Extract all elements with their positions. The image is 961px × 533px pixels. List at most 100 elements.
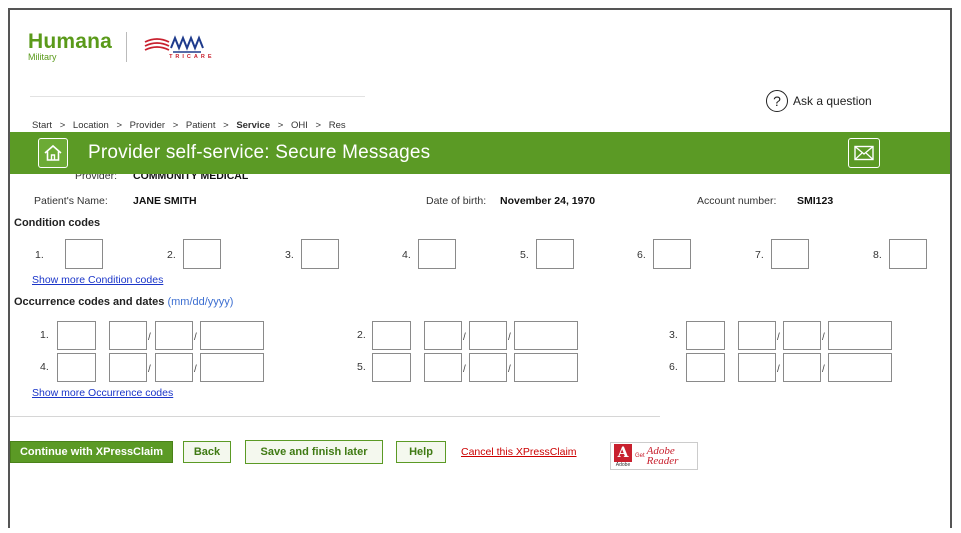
condition-number: 3. [285, 249, 294, 261]
condition-code-input-7[interactable] [771, 239, 809, 269]
save-finish-later-button[interactable]: Save and finish later [245, 440, 383, 464]
ask-question-label: Ask a question [793, 94, 872, 108]
date-slash: / [777, 364, 780, 375]
continue-button[interactable]: Continue with XPressClaim [10, 441, 173, 463]
brand-sub: Military [28, 52, 57, 62]
occurrence-day-input-1[interactable] [155, 321, 193, 350]
condition-number: 5. [520, 249, 529, 261]
home-button[interactable] [38, 138, 68, 168]
date-slash: / [777, 332, 780, 343]
date-slash: / [148, 364, 151, 375]
breadcrumb-item-patient[interactable]: Patient [186, 120, 216, 129]
show-more-condition-codes-link[interactable]: Show more Condition codes [32, 274, 163, 286]
occurrence-code-input-1[interactable] [57, 321, 96, 350]
patient-name-label: Patient's Name: [34, 195, 108, 207]
date-slash: / [508, 364, 511, 375]
occurrence-year-input-1[interactable] [200, 321, 264, 350]
occurrence-number: 6. [669, 361, 678, 373]
breadcrumb-item-start[interactable]: Start [32, 120, 52, 129]
occurrence-number: 2. [357, 329, 366, 341]
occurrence-day-input-6[interactable] [783, 353, 821, 382]
condition-code-input-1[interactable] [65, 239, 103, 269]
occurrence-number: 3. [669, 329, 678, 341]
breadcrumb-item-provider[interactable]: Provider [130, 120, 165, 129]
condition-number: 4. [402, 249, 411, 261]
occurrence-code-input-4[interactable] [57, 353, 96, 382]
brand-logo: Humana Military TRICARE [28, 31, 215, 62]
tricare-flag-icon [144, 35, 204, 53]
date-slash: / [508, 332, 511, 343]
adobe-icon: A [614, 444, 632, 462]
breadcrumb-separator: > [277, 120, 284, 129]
condition-number: 2. [167, 249, 176, 261]
occurrence-year-input-5[interactable] [514, 353, 578, 382]
condition-number: 7. [755, 249, 764, 261]
occurrence-month-input-1[interactable] [109, 321, 147, 350]
ask-question-link[interactable]: ? Ask a question [766, 90, 872, 112]
occurrence-month-input-3[interactable] [738, 321, 776, 350]
condition-code-input-8[interactable] [889, 239, 927, 269]
provider-row: Provider: COMMUNITY MEDICAL [10, 174, 950, 184]
messages-button[interactable] [848, 138, 880, 168]
occurrence-day-input-5[interactable] [469, 353, 507, 382]
mail-icon [854, 145, 874, 161]
condition-number: 1. [35, 249, 44, 261]
condition-code-input-5[interactable] [536, 239, 574, 269]
occurrence-number: 1. [40, 329, 49, 341]
date-slash: / [194, 364, 197, 375]
condition-code-input-6[interactable] [653, 239, 691, 269]
condition-code-input-2[interactable] [183, 239, 221, 269]
show-more-occurrence-codes-link[interactable]: Show more Occurrence codes [32, 387, 173, 399]
occurrence-code-input-6[interactable] [686, 353, 725, 382]
occurrence-month-input-5[interactable] [424, 353, 462, 382]
home-icon [44, 144, 62, 161]
provider-value: COMMUNITY MEDICAL [133, 174, 249, 182]
back-button[interactable]: Back [183, 441, 231, 463]
condition-codes-title: Condition codes [14, 217, 101, 229]
occurrence-title-text: Occurrence codes and dates [14, 296, 165, 308]
breadcrumb-separator: > [59, 120, 66, 129]
patient-name-value: JANE SMITH [133, 195, 197, 207]
adobe-reader-label: Reader [646, 455, 679, 467]
breadcrumb-separator: > [223, 120, 229, 129]
breadcrumb-separator: > [172, 120, 179, 129]
question-icon: ? [766, 90, 788, 112]
account-value: SMI123 [797, 195, 834, 207]
occurrence-year-input-4[interactable] [200, 353, 264, 382]
occurrence-day-input-4[interactable] [155, 353, 193, 382]
occurrence-number: 5. [357, 361, 366, 373]
date-slash: / [463, 364, 466, 375]
cancel-xpressclaim-link[interactable]: Cancel this XPressClaim [461, 446, 577, 458]
tricare-text: TRICARE [169, 54, 215, 60]
date-slash: / [463, 332, 466, 343]
occurrence-day-input-3[interactable] [783, 321, 821, 350]
occurrence-month-input-6[interactable] [738, 353, 776, 382]
occurrence-year-input-3[interactable] [828, 321, 892, 350]
page-title: Provider self-service: Secure Messages [88, 142, 431, 163]
occurrence-codes-title: Occurrence codes and dates (mm/dd/yyyy) [14, 296, 233, 308]
occurrence-month-input-4[interactable] [109, 353, 147, 382]
page-header-bar: Provider self-service: Secure Messages [10, 132, 950, 174]
app-frame: Humana Military TRICARE Start > Location… [8, 8, 952, 528]
occurrence-code-input-2[interactable] [372, 321, 411, 350]
occurrence-month-input-2[interactable] [424, 321, 462, 350]
occurrence-year-input-2[interactable] [514, 321, 578, 350]
date-slash: / [148, 332, 151, 343]
breadcrumb-item-service: Service [236, 120, 271, 129]
breadcrumb-item-ohi[interactable]: OHI [291, 120, 308, 129]
condition-number: 6. [637, 249, 646, 261]
breadcrumb-item-res[interactable]: Res [329, 120, 346, 129]
adobe-reader-badge[interactable]: A Adobe Get Adobe Reader [610, 442, 698, 470]
occurrence-code-input-5[interactable] [372, 353, 411, 382]
dob-label: Date of birth: [426, 195, 487, 207]
condition-code-input-3[interactable] [301, 239, 339, 269]
dob-value: November 24, 1970 [500, 195, 596, 207]
occurrence-year-input-6[interactable] [828, 353, 892, 382]
breadcrumb-item-location[interactable]: Location [73, 120, 109, 129]
condition-code-input-4[interactable] [418, 239, 456, 269]
help-button[interactable]: Help [396, 441, 446, 463]
logo-divider [126, 32, 128, 62]
tricare-logo: TRICARE [143, 34, 214, 60]
occurrence-code-input-3[interactable] [686, 321, 725, 350]
occurrence-day-input-2[interactable] [469, 321, 507, 350]
